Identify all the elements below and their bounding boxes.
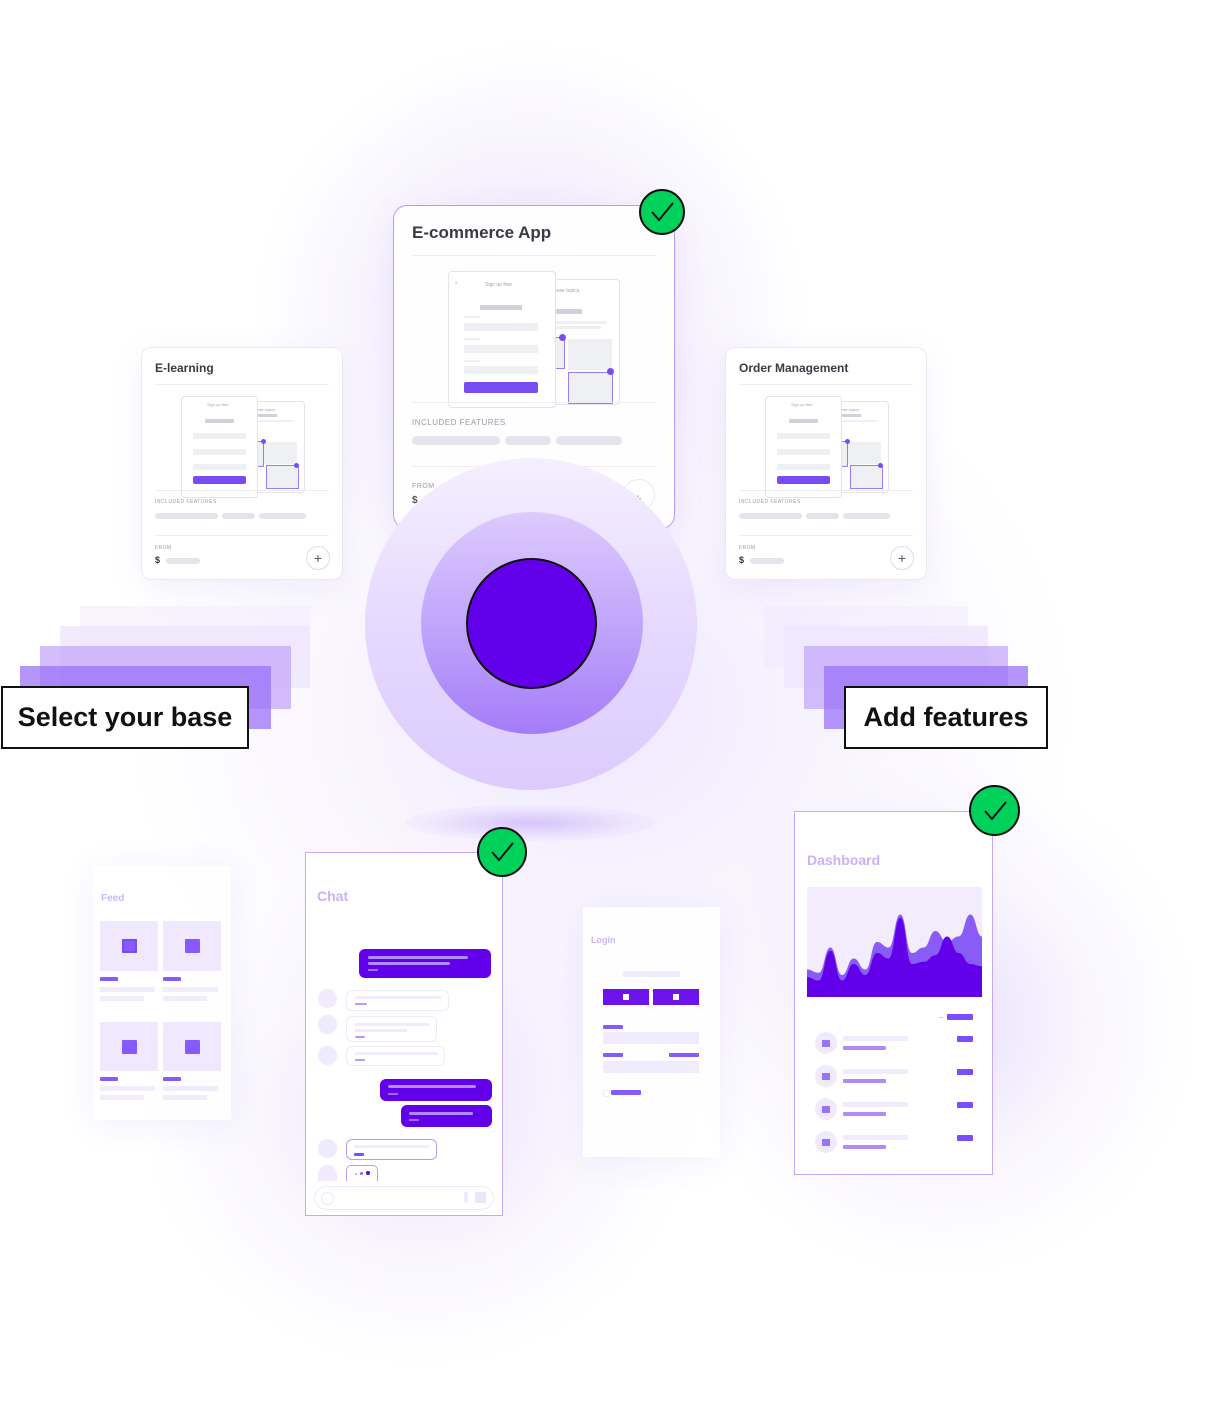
image-icon (184, 939, 200, 953)
from-label: FROM (739, 545, 756, 551)
list-item-icon (815, 1032, 837, 1054)
remember-checkbox (603, 1090, 610, 1097)
base-card-e-learning[interactable]: E-learning oose topics Sign up free INCL… (141, 347, 343, 580)
emoji-icon[interactable] (321, 1192, 334, 1205)
image-icon (822, 1072, 830, 1080)
dashboard-area-chart (807, 887, 982, 997)
chat-bubble-incoming (346, 990, 449, 1011)
card-title: E-learning (155, 361, 214, 375)
facebook-icon (623, 994, 629, 1000)
avatar (318, 989, 337, 1008)
screen-title: Feed (101, 893, 125, 904)
mockup-screen-title: Sign up free (791, 402, 813, 407)
email-field (603, 1032, 699, 1044)
image-placeholder (163, 1022, 221, 1071)
mockup-screen-title: oose topics (839, 407, 860, 412)
add-base-button[interactable]: + (890, 546, 914, 570)
mockup-screen-title: oose topics (554, 288, 580, 294)
feature-pill (155, 513, 218, 519)
twitter-icon (673, 994, 679, 1000)
image-icon (822, 1039, 830, 1047)
chat-bubble-outgoing (359, 949, 491, 978)
message-input[interactable] (314, 1186, 494, 1210)
twitter-login-button (653, 989, 699, 1005)
divider (155, 490, 329, 491)
facebook-login-button (603, 989, 649, 1005)
feature-pill (259, 513, 306, 519)
plus-icon: + (897, 550, 907, 566)
add-base-button[interactable]: + (306, 546, 330, 570)
image-icon (121, 939, 137, 953)
image-placeholder (100, 1022, 158, 1071)
divider (739, 384, 913, 385)
list-item-icon (815, 1131, 837, 1153)
typing-indicator (346, 1165, 378, 1181)
password-field (603, 1061, 699, 1073)
list-item-icon (815, 1098, 837, 1120)
plus-icon: + (313, 550, 323, 566)
check-icon (639, 189, 685, 235)
image-icon (184, 1039, 200, 1054)
chat-bubble-outgoing (401, 1105, 492, 1127)
feature-pill (739, 513, 802, 519)
image-placeholder (100, 921, 158, 971)
back-chevron-icon: ‹ (455, 280, 458, 287)
avatar (318, 1046, 337, 1065)
screen-title: Chat (317, 888, 349, 904)
feature-pill (505, 436, 551, 445)
add-features-label: Add features (844, 686, 1048, 749)
avatar (318, 1139, 337, 1158)
feature-screen-login[interactable]: Login (583, 907, 720, 1157)
currency-symbol: $ (739, 555, 745, 565)
check-icon (477, 827, 527, 877)
avatar (318, 1015, 337, 1034)
feature-pill (222, 513, 255, 519)
list-item-icon (815, 1065, 837, 1087)
image-attach-icon[interactable] (475, 1192, 486, 1203)
divider (739, 490, 913, 491)
orb-core (466, 558, 597, 689)
feature-screen-dashboard[interactable]: Dashboard (794, 811, 993, 1175)
price-placeholder (166, 558, 200, 564)
chat-bubble-incoming (346, 1139, 437, 1160)
card-title: E-commerce App (412, 223, 552, 242)
feature-pill (806, 513, 839, 519)
avatar (318, 1165, 337, 1181)
microphone-icon[interactable] (464, 1192, 468, 1203)
image-icon (121, 1039, 137, 1054)
base-card-order-management[interactable]: Order Management oose topics Sign up fre… (725, 347, 927, 580)
price-placeholder (750, 558, 784, 564)
included-features-label: INCLUDED FEATURES (412, 418, 506, 427)
image-icon (822, 1105, 830, 1113)
image-placeholder (163, 921, 221, 971)
divider (412, 402, 656, 403)
mockup-screen-title: Sign up free (207, 402, 229, 407)
from-label: FROM (412, 483, 435, 490)
included-features-label: INCLUDED FEATURES (155, 499, 217, 505)
feature-screen-feed[interactable]: Feed (93, 866, 231, 1120)
feature-pill (843, 513, 890, 519)
included-features-label: INCLUDED FEATURES (739, 499, 801, 505)
divider (155, 384, 329, 385)
screen-title: Dashboard (807, 852, 881, 868)
currency-symbol: $ (155, 555, 161, 565)
divider (155, 535, 329, 536)
orb-shadow (405, 805, 655, 841)
image-icon (822, 1138, 830, 1146)
mockup-screen-title: Sign up free (485, 282, 512, 288)
divider (412, 255, 656, 256)
feature-pill (412, 436, 500, 445)
mockup-screen-title: oose topics (255, 407, 276, 412)
chat-bubble-outgoing (380, 1079, 492, 1101)
divider (739, 535, 913, 536)
screen-title: Login (591, 935, 616, 945)
select-base-label: Select your base (1, 686, 249, 749)
chat-bubble-incoming (346, 1016, 437, 1042)
feature-pill (556, 436, 622, 445)
from-label: FROM (155, 545, 172, 551)
chat-bubble-incoming (346, 1046, 445, 1066)
feature-screen-chat[interactable]: Chat (305, 852, 503, 1216)
card-title: Order Management (739, 361, 849, 375)
check-icon (969, 785, 1020, 836)
